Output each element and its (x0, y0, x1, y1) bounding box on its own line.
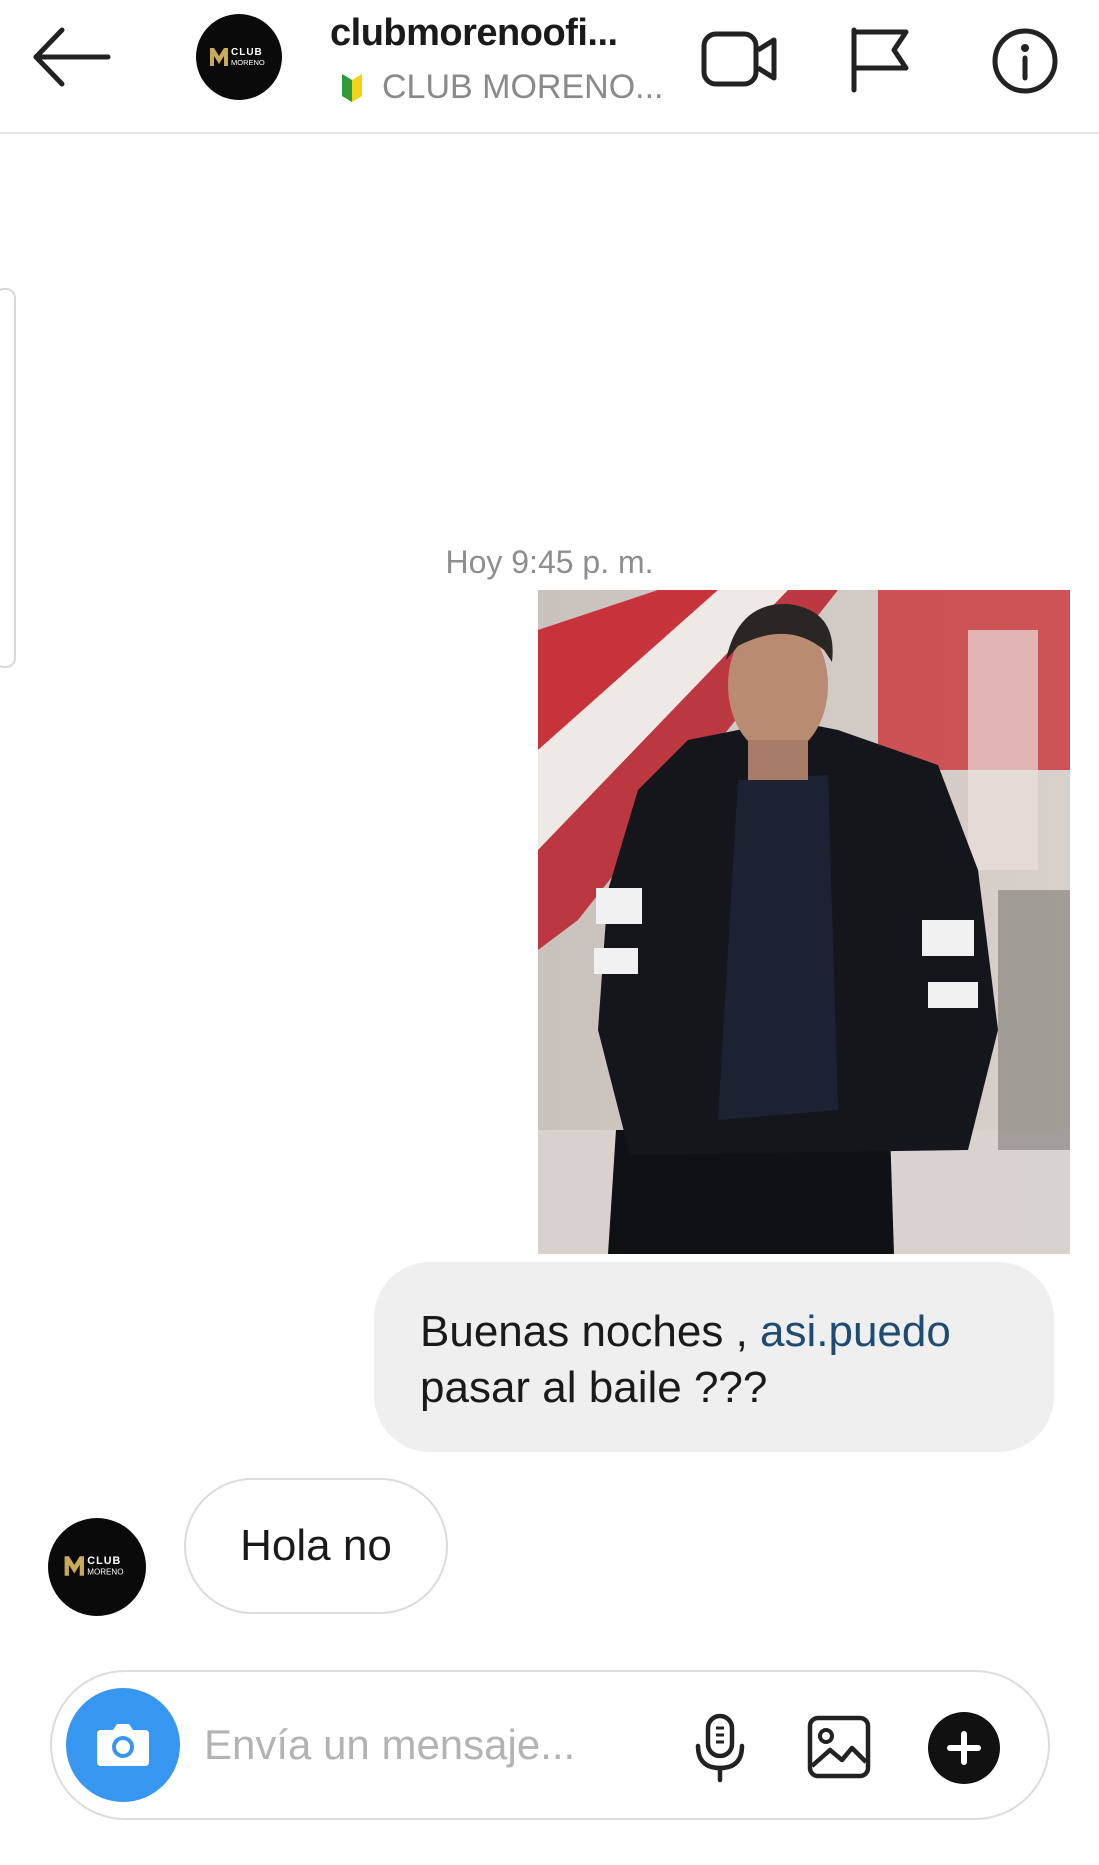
report-button[interactable] (846, 24, 914, 94)
chat-header: CLUB MORENO clubmorenoofi... CLUB MORENO… (0, 0, 1099, 134)
camera-icon (97, 1724, 149, 1766)
club-moreno-logo-small: CLUB MORENO (62, 1552, 134, 1580)
flag-icon (851, 27, 909, 93)
chat-subtitle: CLUB MORENO... (340, 68, 663, 107)
svg-text:MORENO: MORENO (87, 1568, 123, 1577)
incoming-message-text: Hola no (240, 1521, 392, 1570)
back-button[interactable] (30, 24, 114, 90)
incoming-message-bubble[interactable]: Hola no (184, 1478, 448, 1614)
message-composer (50, 1670, 1050, 1820)
plus-icon (947, 1731, 981, 1765)
photo-content (538, 590, 1070, 1254)
svg-text:CLUB: CLUB (87, 1555, 121, 1567)
sender-avatar[interactable]: CLUB MORENO (48, 1518, 146, 1616)
outgoing-message-text-line2: pasar al baile ??? (420, 1363, 768, 1412)
svg-text:MORENO: MORENO (231, 58, 265, 67)
club-moreno-logo: CLUB MORENO (208, 44, 274, 70)
video-call-button[interactable] (700, 28, 780, 90)
gallery-button[interactable] (806, 1714, 872, 1780)
outgoing-message-text: Buenas noches , (420, 1307, 761, 1356)
beginner-leaf-icon (342, 73, 362, 102)
message-input[interactable] (204, 1712, 584, 1778)
camera-button[interactable] (66, 1688, 180, 1802)
subtitle-text: CLUB MORENO... (382, 68, 664, 106)
info-button[interactable] (990, 26, 1060, 96)
message-link[interactable]: asi.puedo (760, 1307, 951, 1356)
shared-photo[interactable] (538, 590, 1070, 1254)
gallery-icon (807, 1715, 871, 1779)
message-timestamp: Hoy 9:45 p. m. (445, 544, 654, 580)
microphone-icon (695, 1713, 745, 1783)
voice-message-button[interactable] (692, 1712, 748, 1784)
header-avatar[interactable]: CLUB MORENO (196, 14, 282, 100)
back-arrow-icon (33, 27, 111, 87)
svg-text:CLUB: CLUB (231, 47, 263, 58)
info-icon (992, 28, 1058, 94)
video-call-icon (701, 31, 777, 87)
chat-username[interactable]: clubmorenoofi... (330, 12, 618, 55)
side-edge-handle (0, 288, 16, 668)
more-options-button[interactable] (928, 1712, 1000, 1784)
outgoing-message-bubble[interactable]: Buenas noches , asi.puedo pasar al baile… (374, 1262, 1054, 1452)
